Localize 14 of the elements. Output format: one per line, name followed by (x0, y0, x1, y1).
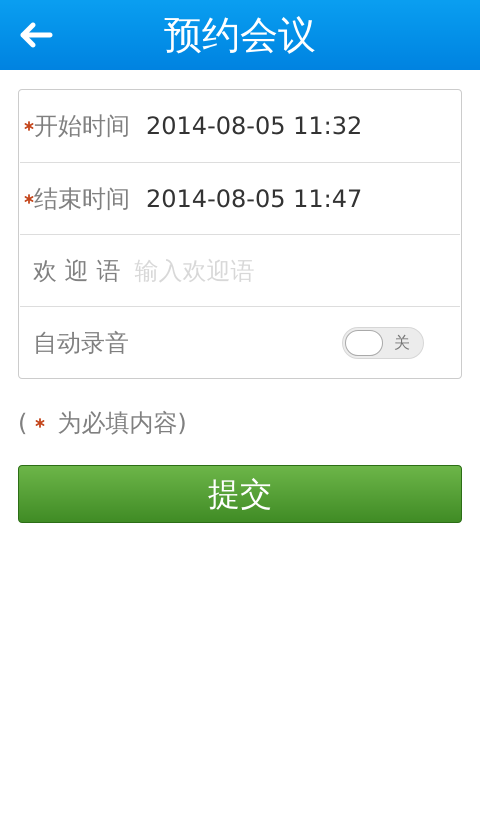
field-label: 结束时间 (34, 184, 130, 214)
required-note: 为必填内容) (57, 408, 187, 439)
field-label: 欢 迎 语 (33, 256, 120, 286)
back-arrow-icon (19, 22, 53, 48)
field-label: 自动录音 (33, 328, 129, 358)
back-button[interactable] (18, 20, 54, 50)
field-label: 开始时间 (34, 111, 130, 142)
page-title: 预约会议 (164, 16, 316, 54)
note-bracket: ( (18, 408, 28, 439)
field-value[interactable]: 2014-08-05 11:32 (146, 108, 362, 144)
field-value[interactable]: 2014-08-05 11:47 (146, 180, 362, 216)
toggle-state-label: 关 (393, 332, 411, 354)
asterisk-icon (35, 418, 46, 428)
toggle-switch[interactable]: 关 (342, 326, 424, 358)
